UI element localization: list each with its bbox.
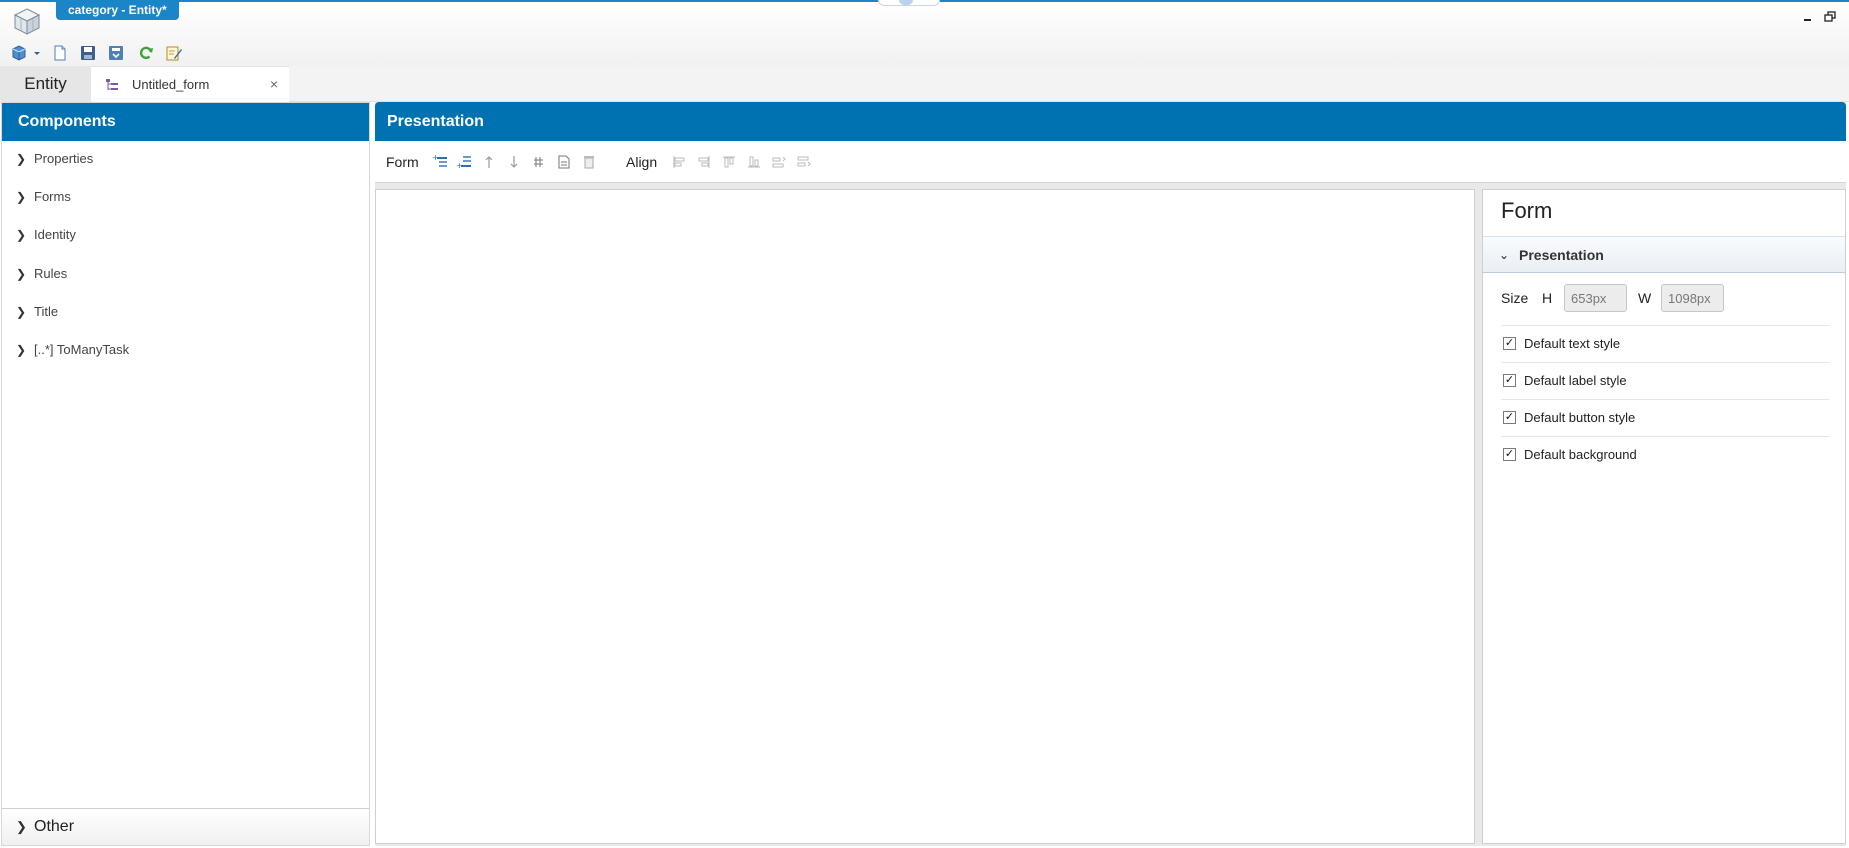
- presentation-toolbar: Form + + Align: [375, 141, 1846, 183]
- presentation-section-label: Presentation: [1519, 247, 1604, 263]
- checkbox-checked-icon: ✓: [1503, 337, 1516, 350]
- size-row: Size H W: [1501, 282, 1831, 318]
- height-input[interactable]: [1564, 284, 1627, 312]
- component-item-title[interactable]: ❯ Title: [2, 296, 369, 328]
- chevron-right-icon: ❯: [16, 819, 27, 834]
- component-item-label: [..*] ToManyTask: [34, 342, 130, 357]
- checkbox-checked-icon: ✓: [1503, 411, 1516, 424]
- window-title: category - Entity*: [56, 0, 179, 20]
- align-top-icon[interactable]: [721, 154, 737, 170]
- presentation-header: Presentation: [375, 102, 1846, 141]
- checkbox-label: Default background: [1524, 447, 1637, 462]
- add-field-icon[interactable]: +: [432, 153, 448, 170]
- chevron-right-icon: ❯: [16, 305, 27, 319]
- component-item-identity[interactable]: ❯ Identity: [2, 219, 369, 251]
- component-item-label: Rules: [34, 266, 68, 281]
- default-label-style-checkbox[interactable]: ✓ Default label style: [1501, 362, 1829, 398]
- back-icon[interactable]: [10, 44, 28, 62]
- minimize-button[interactable]: [1801, 10, 1815, 24]
- window-title-bar: [0, 0, 1849, 66]
- checkbox-label: Default button style: [1524, 410, 1636, 425]
- component-item-label: Identity: [34, 227, 76, 242]
- save-icon[interactable]: [79, 44, 97, 62]
- move-up-icon[interactable]: [481, 154, 497, 170]
- edit-icon[interactable]: [165, 44, 183, 62]
- app-logo-icon: [12, 6, 42, 36]
- form-toolbar-label: Form: [386, 154, 419, 170]
- distribute-horizontal-icon[interactable]: [771, 154, 787, 170]
- chevron-down-icon: ⌄: [1499, 248, 1510, 262]
- components-panel: Components ❯ Properties ❯ Forms ❯ Identi…: [1, 102, 370, 846]
- move-down-icon[interactable]: [506, 154, 522, 170]
- form-tree-icon: [105, 78, 119, 92]
- width-input[interactable]: [1661, 284, 1724, 312]
- form-canvas[interactable]: [375, 189, 1475, 844]
- align-bottom-icon[interactable]: [746, 154, 762, 170]
- grid-icon[interactable]: [531, 154, 547, 170]
- component-item-tomanytask[interactable]: ❯ [..*] ToManyTask: [2, 334, 369, 366]
- align-left-icon[interactable]: [671, 154, 687, 170]
- chevron-right-icon: ❯: [16, 190, 27, 204]
- add-group-icon[interactable]: +: [456, 154, 472, 170]
- checkbox-label: Default label style: [1524, 373, 1627, 388]
- refresh-icon[interactable]: [137, 44, 155, 62]
- checkbox-label: Default text style: [1524, 336, 1621, 351]
- checkbox-checked-icon: ✓: [1503, 448, 1516, 461]
- chevron-right-icon: ❯: [16, 343, 27, 357]
- height-label: H: [1542, 290, 1553, 306]
- components-header: Components: [2, 103, 369, 141]
- align-toolbar-label: Align: [626, 154, 658, 170]
- tab-untitled-form-label: Untitled_form: [132, 77, 210, 92]
- default-button-style-checkbox[interactable]: ✓ Default button style: [1501, 399, 1829, 435]
- default-text-style-checkbox[interactable]: ✓ Default text style: [1501, 325, 1829, 361]
- restore-button[interactable]: [1823, 10, 1837, 24]
- document-icon[interactable]: [556, 154, 572, 170]
- size-label: Size: [1501, 290, 1529, 306]
- minimize-icon: [1804, 19, 1811, 21]
- component-item-properties[interactable]: ❯ Properties: [2, 143, 369, 175]
- align-right-icon[interactable]: [696, 154, 712, 170]
- other-section-label: Other: [34, 818, 75, 835]
- chevron-right-icon: ❯: [16, 152, 27, 166]
- save-all-icon[interactable]: [107, 44, 125, 62]
- chevron-right-icon: ❯: [16, 267, 27, 281]
- component-item-label: Title: [34, 304, 59, 319]
- new-document-icon[interactable]: [51, 44, 69, 62]
- delete-icon[interactable]: [581, 154, 597, 170]
- properties-panel: Form ⌄ Presentation Size H W ✓ Default t…: [1482, 189, 1846, 844]
- close-tab-icon[interactable]: ×: [270, 67, 278, 101]
- component-item-forms[interactable]: ❯ Forms: [2, 181, 369, 213]
- chevron-right-icon: ❯: [16, 228, 27, 242]
- checkbox-checked-icon: ✓: [1503, 374, 1516, 387]
- tab-entity[interactable]: Entity: [0, 66, 91, 102]
- restore-icon: [1824, 11, 1836, 22]
- presentation-section-header[interactable]: ⌄ Presentation: [1483, 236, 1845, 273]
- component-item-rules[interactable]: ❯ Rules: [2, 258, 369, 290]
- presentation-panel: Presentation Form + + Align Form ⌄ Prese…: [375, 102, 1846, 846]
- tab-untitled-form[interactable]: Untitled_form ×: [91, 66, 289, 102]
- distribute-vertical-icon[interactable]: [796, 154, 812, 170]
- component-item-label: Forms: [34, 189, 71, 204]
- component-item-label: Properties: [34, 151, 94, 166]
- other-section-header[interactable]: ❯ Other: [2, 808, 369, 845]
- width-label: W: [1638, 290, 1652, 306]
- properties-title: Form: [1501, 198, 1553, 223]
- dropdown-arrow-icon[interactable]: [32, 44, 42, 62]
- default-background-checkbox[interactable]: ✓ Default background: [1501, 436, 1829, 472]
